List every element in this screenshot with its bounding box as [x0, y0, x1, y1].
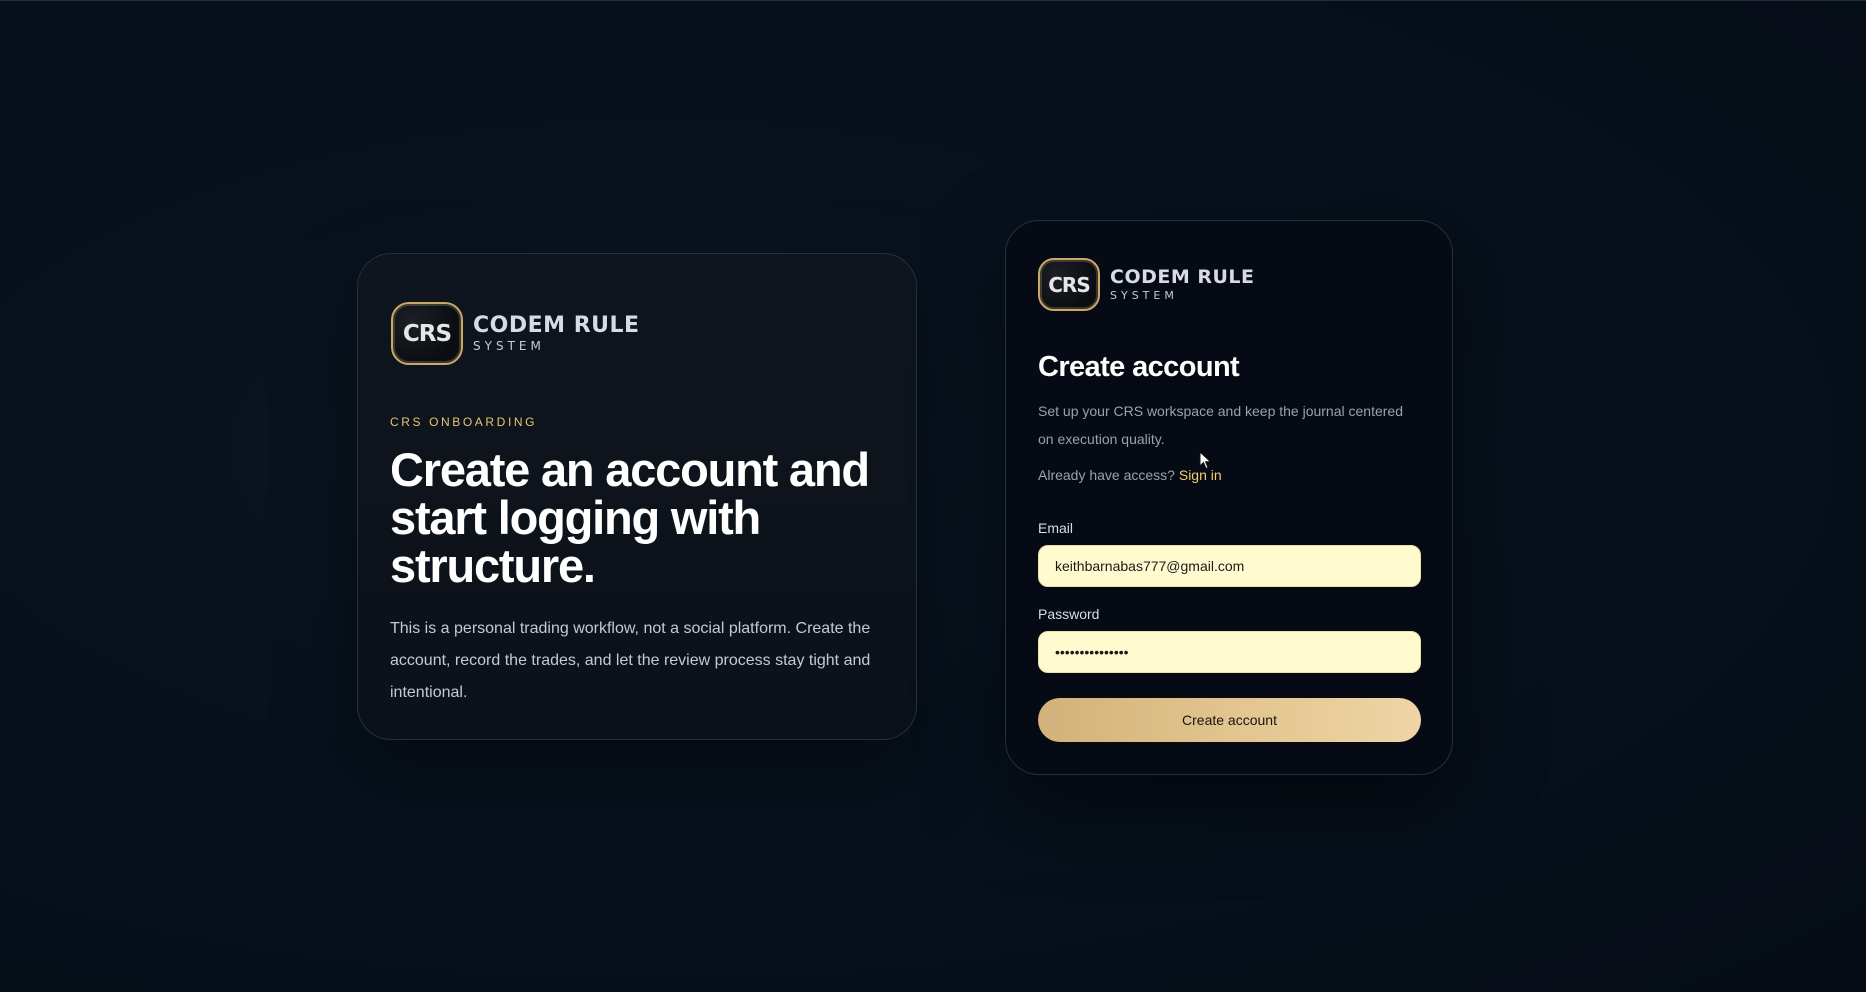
logo-tagline: SYSTEM: [473, 339, 545, 353]
logo-badge-text: CRS: [1048, 272, 1090, 297]
access-prompt-text: Already have access?: [1038, 467, 1175, 483]
logo-badge-text: CRS: [402, 320, 452, 347]
logo-tagline: SYSTEM: [1110, 289, 1178, 302]
access-prompt: Already have access? Sign in: [1038, 467, 1222, 483]
onboarding-description: This is a personal trading workflow, not…: [390, 620, 871, 701]
password-label: Password: [1038, 606, 1100, 622]
create-account-button[interactable]: Create account: [1038, 698, 1421, 742]
email-field[interactable]: [1038, 545, 1421, 587]
brand-logo: CRS CODEM RULE SYSTEM: [391, 302, 640, 365]
password-field[interactable]: [1038, 631, 1421, 673]
crs-badge-icon: CRS: [391, 302, 463, 365]
email-label: Email: [1038, 520, 1074, 536]
form-title: Create account: [1038, 351, 1240, 383]
brand-logo: CRS CODEM RULE SYSTEM: [1038, 258, 1255, 311]
form-description: Set up your CRS workspace and keep the j…: [1038, 403, 1403, 447]
logo-name: CODEM RULE: [473, 313, 640, 338]
mouse-cursor-icon: [1199, 451, 1212, 470]
signup-form-card: CRS CODEM RULE SYSTEM Create account Set…: [1005, 220, 1453, 775]
onboarding-eyebrow: CRS ONBOARDING: [390, 415, 538, 429]
onboarding-headline: Create an account and start logging with…: [390, 443, 870, 592]
onboarding-card: CRS CODEM RULE SYSTEM CRS ONBOARDING Cre…: [357, 253, 917, 740]
crs-badge-icon: CRS: [1038, 258, 1100, 311]
logo-name: CODEM RULE: [1110, 266, 1255, 288]
